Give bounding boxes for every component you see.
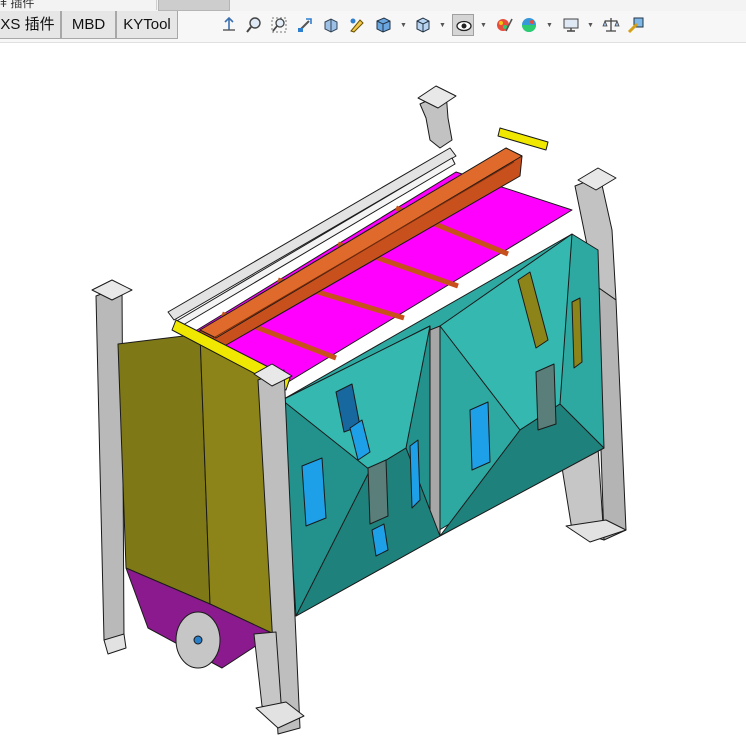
previous-view-icon[interactable] [294, 14, 316, 36]
zoom-to-fit-icon[interactable] [243, 14, 265, 36]
chevron-down-icon[interactable]: ▼ [546, 22, 553, 29]
graphics-area[interactable] [0, 42, 746, 746]
chevron-down-icon[interactable]: ▼ [439, 22, 446, 29]
active-document-tab[interactable] [158, 0, 230, 11]
view-orientation-cube-icon[interactable] [372, 14, 394, 36]
machine-3d-model[interactable] [0, 42, 746, 746]
tab-xs-plugin[interactable]: XS 插件 [0, 11, 61, 39]
hopper-outlet [367, 459, 389, 525]
zoom-to-area-icon[interactable] [268, 14, 290, 36]
chevron-down-icon[interactable]: ▼ [587, 22, 594, 29]
inspection-window [469, 401, 491, 471]
bay-divider [429, 325, 441, 541]
inspection-window [409, 439, 421, 509]
title-separator [64, 0, 157, 10]
apply-scene-icon[interactable] [518, 14, 540, 36]
chevron-down-icon[interactable]: ▼ [480, 22, 487, 29]
yellow-strip-rear [497, 127, 549, 151]
evaluate-icon[interactable] [600, 14, 622, 36]
view-orientation-icon[interactable] [218, 14, 240, 36]
view-settings-icon[interactable] [560, 14, 582, 36]
title-fragment: ǂ 插件 [0, 0, 35, 10]
window-title-strip: ǂ 插件 [0, 0, 746, 11]
olive-panel-left [117, 333, 211, 605]
inspection-window [301, 457, 327, 527]
command-manager: XS 插件 MBD KYTool ▼ ▼ ▼ ▼ ▼ [0, 11, 746, 43]
olive-vent [571, 297, 583, 369]
tab-mbd[interactable]: MBD [61, 11, 116, 39]
hopper-outlet [535, 363, 557, 431]
section-view-icon[interactable] [320, 14, 342, 36]
edit-appearance-icon[interactable] [493, 14, 515, 36]
measure-icon[interactable] [625, 14, 647, 36]
tab-kytool[interactable]: KYTool [116, 11, 178, 39]
display-style-icon[interactable] [412, 14, 434, 36]
chevron-down-icon[interactable]: ▼ [400, 22, 407, 29]
dynamic-annotation-icon[interactable] [346, 14, 368, 36]
front-post-left [95, 285, 125, 651]
hide-show-items-icon[interactable] [452, 14, 474, 36]
wheel-hub [193, 635, 203, 645]
